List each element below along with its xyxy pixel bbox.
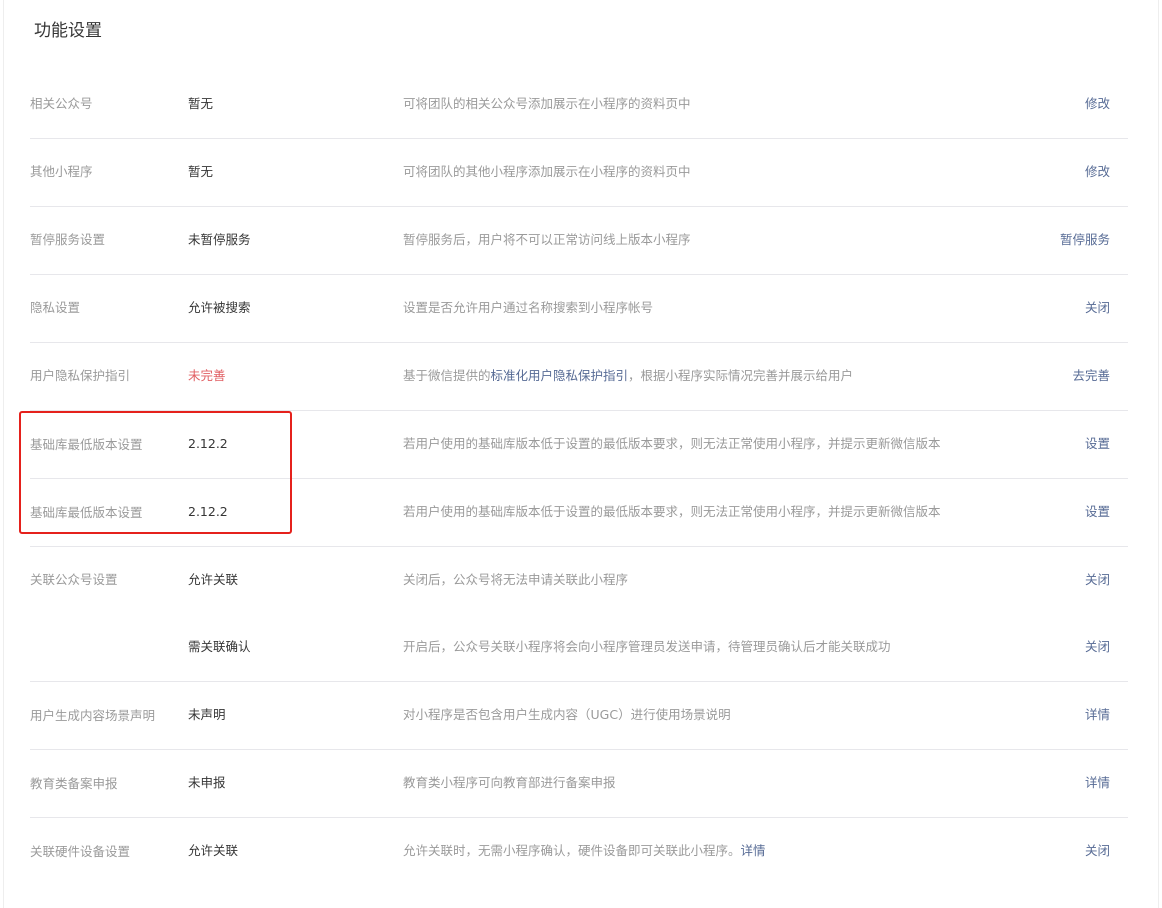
row-value: 2.12.2 [188, 504, 228, 519]
row-description: 可将团队的其他小程序添加展示在小程序的资料页中 [403, 164, 691, 179]
row-label: 相关公众号 [30, 96, 93, 111]
details-link[interactable]: 详情 [1085, 705, 1110, 725]
row-description: 暂停服务后，用户将不可以正常访问线上版本小程序 [403, 232, 691, 247]
settings-row-privacy-guide: 用户隐私保护指引 未完善 基于微信提供的标准化用户隐私保护指引，根据小程序实际情… [30, 343, 1128, 411]
row-description: 开启后，公众号关联小程序将会向小程序管理员发送申请，待管理员确认后才能关联成功 [403, 639, 891, 654]
settings-row-min-base-library-version: 基础库最低版本设置 2.12.2 若用户使用的基础库版本低于设置的最低版本要求，… [30, 411, 1128, 479]
settings-row-hardware-device: 关联硬件设备设置 允许关联 允许关联时，无需小程序确认，硬件设备即可关联此小程序… [30, 818, 1128, 885]
set-link[interactable]: 设置 [1085, 434, 1110, 454]
close-link[interactable]: 关闭 [1085, 841, 1110, 861]
settings-row-link-confirmation: 需关联确认 开启后，公众号关联小程序将会向小程序管理员发送申请，待管理员确认后才… [30, 614, 1128, 682]
settings-row-link-official-account: 关联公众号设置 允许关联 关闭后，公众号将无法申请关联此小程序 关闭 [30, 547, 1128, 614]
row-description: 若用户使用的基础库版本低于设置的最低版本要求，则无法正常使用小程序，并提示更新微… [403, 504, 941, 519]
row-description: 若用户使用的基础库版本低于设置的最低版本要求，则无法正常使用小程序，并提示更新微… [403, 436, 941, 451]
row-description: 允许关联时，无需小程序确认，硬件设备即可关联此小程序。详情 [403, 841, 766, 861]
desc-prefix: 基于微信提供的 [403, 368, 491, 383]
row-label: 暂停服务设置 [30, 232, 106, 247]
row-value: 暂无 [188, 96, 214, 111]
row-value: 未声明 [188, 707, 226, 722]
settings-row-privacy: 隐私设置 允许被搜索 设置是否允许用户通过名称搜索到小程序帐号 关闭 [30, 275, 1128, 343]
row-description: 对小程序是否包含用户生成内容（UGC）进行使用场景说明 [403, 707, 731, 722]
row-label: 关联硬件设备设置 [30, 844, 131, 859]
complete-link[interactable]: 去完善 [1072, 366, 1110, 386]
settings-row-min-base-library-version-2: 基础库最低版本设置 2.12.2 若用户使用的基础库版本低于设置的最低版本要求，… [30, 479, 1128, 547]
row-value: 需关联确认 [188, 639, 251, 654]
privacy-guide-link[interactable]: 标准化用户隐私保护指引 [491, 368, 629, 383]
modify-link[interactable]: 修改 [1085, 94, 1110, 114]
row-description: 可将团队的相关公众号添加展示在小程序的资料页中 [403, 96, 691, 111]
row-label: 隐私设置 [30, 300, 81, 315]
row-label: 其他小程序 [30, 164, 93, 179]
row-value-status: 未完善 [188, 368, 226, 383]
row-description: 关闭后，公众号将无法申请关联此小程序 [403, 572, 629, 587]
row-value: 2.12.2 [188, 436, 228, 451]
desc-suffix: ，根据小程序实际情况完善并展示给用户 [628, 368, 854, 383]
row-value: 暂无 [188, 164, 214, 179]
pause-service-link[interactable]: 暂停服务 [1060, 230, 1110, 250]
row-value: 允许关联 [188, 572, 239, 587]
close-link[interactable]: 关闭 [1085, 637, 1110, 657]
row-value: 允许被搜索 [188, 300, 251, 315]
row-description: 设置是否允许用户通过名称搜索到小程序帐号 [403, 300, 654, 315]
row-value: 允许关联 [188, 843, 239, 858]
hardware-details-link[interactable]: 详情 [741, 843, 766, 858]
close-link[interactable]: 关闭 [1085, 570, 1110, 590]
row-description: 基于微信提供的标准化用户隐私保护指引，根据小程序实际情况完善并展示给用户 [403, 366, 853, 386]
row-value: 未暂停服务 [188, 232, 251, 247]
row-label: 关联公众号设置 [30, 572, 118, 587]
desc-prefix: 允许关联时，无需小程序确认，硬件设备即可关联此小程序。 [403, 843, 741, 858]
modify-link[interactable]: 修改 [1085, 162, 1110, 182]
settings-row-other-mini-programs: 其他小程序 暂无 可将团队的其他小程序添加展示在小程序的资料页中 修改 [30, 139, 1128, 207]
row-label: 用户生成内容场景声明 [30, 708, 156, 723]
settings-row-pause-service: 暂停服务设置 未暂停服务 暂停服务后，用户将不可以正常访问线上版本小程序 暂停服… [30, 207, 1128, 275]
row-description: 教育类小程序可向教育部进行备案申报 [403, 775, 616, 790]
row-value: 未申报 [188, 775, 226, 790]
section-title: 功能设置 [34, 21, 102, 41]
settings-row-education-filing: 教育类备案申报 未申报 教育类小程序可向教育部进行备案申报 详情 [30, 750, 1128, 818]
settings-row-ugc-declaration: 用户生成内容场景声明 未声明 对小程序是否包含用户生成内容（UGC）进行使用场景… [30, 682, 1128, 750]
settings-row-related-official-account: 相关公众号 暂无 可将团队的相关公众号添加展示在小程序的资料页中 修改 [30, 70, 1128, 139]
row-label: 用户隐私保护指引 [30, 368, 131, 383]
row-label: 教育类备案申报 [30, 776, 118, 791]
row-label: 基础库最低版本设置 [30, 437, 143, 452]
row-label: 基础库最低版本设置 [30, 505, 143, 520]
close-link[interactable]: 关闭 [1085, 298, 1110, 318]
set-link[interactable]: 设置 [1085, 502, 1110, 522]
details-link[interactable]: 详情 [1085, 773, 1110, 793]
